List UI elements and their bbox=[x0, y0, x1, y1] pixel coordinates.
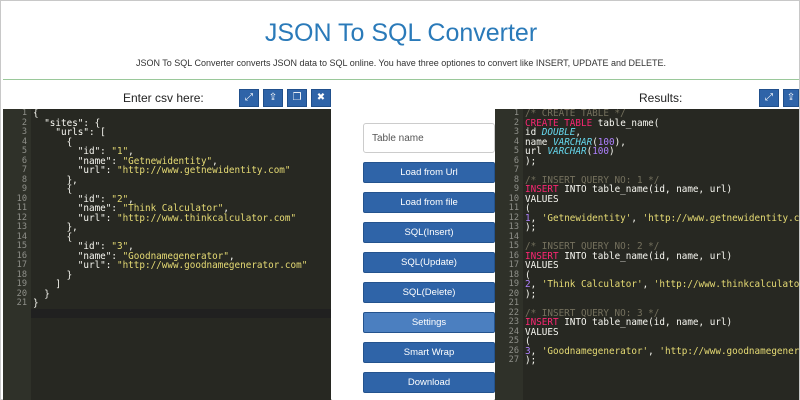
code-line: 2, 'Think Calculator', 'http://www.think… bbox=[525, 279, 799, 290]
expand-icon: ⤢ bbox=[765, 92, 773, 103]
code-line: ] bbox=[33, 279, 61, 290]
results-gutter: 1 2 3 4 5 6 7 8 9 10 11 12 13 14 15 16 17 18 19 20 21 22 23 24 2… bbox=[495, 109, 523, 400]
code-line: }, bbox=[33, 174, 78, 186]
line-number: 27 bbox=[508, 355, 519, 365]
upload-icon: ⇪ bbox=[268, 92, 278, 103]
page-description: JSON To SQL Converter converts JSON data… bbox=[135, 58, 667, 68]
sql-delete-button[interactable]: SQL(Delete) bbox=[363, 282, 495, 303]
code-line: VALUES bbox=[525, 326, 559, 338]
input-gutter: 1 2 3 4 5 6 7 8 9 10 11 12 13 14 15 16 17 18 19 20 21 bbox=[3, 109, 31, 400]
code-line: url VARCHAR(100) bbox=[525, 146, 615, 157]
line-number: 21 bbox=[16, 298, 27, 308]
page-title: JSON To SQL Converter bbox=[264, 19, 538, 47]
code-line: ); bbox=[525, 288, 537, 300]
download-button[interactable]: Download bbox=[363, 372, 495, 393]
code-line: } bbox=[33, 288, 50, 300]
copy-icon: ❐ bbox=[292, 92, 302, 103]
expand-icon: ⤢ bbox=[245, 92, 253, 103]
header-divider bbox=[3, 79, 799, 80]
sql-insert-button[interactable]: SQL(Insert) bbox=[363, 222, 495, 243]
code-line: "urls": [ bbox=[55, 127, 106, 138]
sql-update-button[interactable]: SQL(Update) bbox=[363, 252, 495, 273]
code-line: } bbox=[33, 298, 39, 309]
code-line: ); bbox=[525, 355, 537, 366]
sql-results-editor[interactable]: 1 2 3 4 5 6 7 8 9 10 11 12 13 14 15 16 17 18 19 20 21 22 23 24 2… bbox=[495, 109, 799, 400]
code-line: VALUES bbox=[525, 193, 559, 205]
code-line: "url": "http://www.goodnamegenerator.com… bbox=[77, 260, 308, 271]
upload-input-button[interactable]: ⇪ bbox=[263, 89, 283, 107]
code-line: ); bbox=[525, 222, 537, 233]
code-line: INSERT INTO table_name(id, name, url) bbox=[525, 317, 733, 328]
clear-input-button[interactable]: ✖ bbox=[311, 89, 331, 107]
active-line-highlight bbox=[31, 308, 331, 318]
code-line: 3, 'Goodnamegenerator', 'http://www.good… bbox=[525, 345, 799, 357]
code-line: 1, 'Getnewidentity', 'http://www.getnewi… bbox=[525, 212, 799, 224]
expand-results-button[interactable]: ⤢ bbox=[759, 89, 779, 107]
code-line: ); bbox=[525, 155, 537, 167]
smart-wrap-button[interactable]: Smart Wrap bbox=[363, 342, 495, 363]
code-line: VALUES bbox=[525, 260, 559, 271]
settings-button[interactable]: Settings bbox=[363, 312, 495, 333]
upload-results-button[interactable]: ⇪ bbox=[783, 89, 799, 107]
copy-input-button[interactable]: ❐ bbox=[287, 89, 307, 107]
results-code: /* CREATE TABLE */CREATE TABLE table_nam… bbox=[525, 109, 799, 366]
table-name-input[interactable] bbox=[363, 123, 495, 153]
clear-icon: ✖ bbox=[316, 92, 326, 103]
input-code: { "sites": { "urls": [ { "id": "1", "nam… bbox=[33, 109, 331, 309]
load-from-file-button[interactable]: Load from file bbox=[363, 192, 495, 213]
load-from-url-button[interactable]: Load from Url bbox=[363, 162, 495, 183]
input-pane-label: Enter csv here: bbox=[123, 91, 204, 105]
code-line: INSERT INTO table_name(id, name, url) bbox=[525, 250, 733, 262]
code-line: }, bbox=[33, 222, 78, 233]
upload-icon: ⇪ bbox=[786, 92, 796, 103]
json-input-editor[interactable]: 1 2 3 4 5 6 7 8 9 10 11 12 13 14 15 16 17 18 19 20 21 { "sit… bbox=[3, 109, 331, 400]
code-line: INSERT INTO table_name(id, name, url) bbox=[525, 184, 733, 195]
results-pane-label: Results: bbox=[639, 91, 683, 105]
code-line: } bbox=[33, 269, 73, 281]
expand-input-button[interactable]: ⤢ bbox=[239, 89, 259, 107]
